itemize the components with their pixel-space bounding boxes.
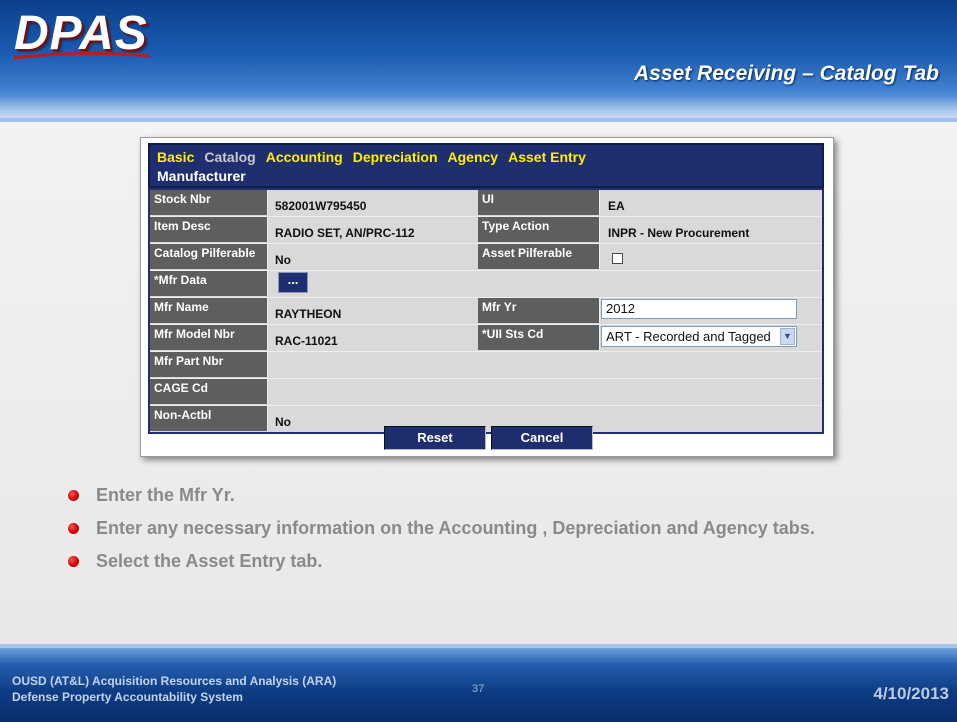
slide: DPAS Asset Receiving – Catalog Tab Basic… — [0, 0, 957, 722]
form-row: Catalog Pilferable No Asset Pilferable — [150, 244, 822, 271]
form-row: CAGE Cd — [150, 379, 822, 406]
tab-catalog[interactable]: Catalog — [204, 149, 255, 165]
form-grid: Stock Nbr 582001W795450 UI EA Item Desc … — [148, 188, 824, 434]
type-action-value: INPR - New Procurement — [608, 226, 750, 240]
uii-sts-cd-label: *UII Sts Cd — [478, 325, 600, 350]
tab-depreciation[interactable]: Depreciation — [353, 149, 438, 165]
mfr-data-label: *Mfr Data — [150, 271, 268, 296]
bullet-dot-icon — [68, 490, 79, 501]
mfr-model-nbr-value: RAC-11021 — [275, 334, 338, 348]
mfr-model-nbr-label: Mfr Model Nbr — [150, 325, 268, 350]
tab-basic[interactable]: Basic — [157, 149, 194, 165]
form-row: Item Desc RADIO SET, AN/PRC-112 Type Act… — [150, 217, 822, 244]
tab-bar: Basic Catalog Accounting Depreciation Agency… — [148, 143, 824, 188]
form-row: Mfr Name RAYTHEON Mfr Yr 2012 — [150, 298, 822, 325]
form-row: Mfr Part Nbr — [150, 352, 822, 379]
mfr-yr-input[interactable]: 2012 — [601, 299, 797, 319]
catalog-form-window: Basic Catalog Accounting Depreciation Agency… — [140, 137, 834, 457]
mfr-data-lookup-button[interactable]: ... — [278, 272, 308, 293]
section-title: Manufacturer — [157, 168, 246, 184]
asset-pilferable-label: Asset Pilferable — [478, 244, 600, 269]
non-actbl-value: No — [275, 415, 291, 429]
list-item: Select the Asset Entry tab. — [66, 550, 906, 573]
logo-swoosh-icon — [13, 52, 151, 60]
item-desc-label: Item Desc — [150, 217, 268, 242]
bullet-dot-icon — [68, 523, 79, 534]
instruction-list: Enter the Mfr Yr. Enter any necessary in… — [66, 484, 906, 583]
list-item: Enter the Mfr Yr. — [66, 484, 906, 507]
ui-label: UI — [478, 190, 600, 215]
uii-sts-cd-select[interactable]: ART - Recorded and Tagged ▼ — [601, 326, 797, 347]
form-row: Stock Nbr 582001W795450 UI EA — [150, 190, 822, 217]
mfr-name-label: Mfr Name — [150, 298, 268, 323]
tab-agency[interactable]: Agency — [448, 149, 499, 165]
mfr-yr-label: Mfr Yr — [478, 298, 600, 323]
stock-nbr-value: 582001W795450 — [275, 199, 367, 213]
tab-row: Basic Catalog Accounting Depreciation Agency… — [157, 149, 596, 165]
mfr-name-value: RAYTHEON — [275, 307, 342, 321]
footer-org-line1: OUSD (AT&L) Acquisition Resources and An… — [12, 674, 337, 688]
list-item-text: Select the Asset Entry tab. — [96, 551, 323, 571]
catalog-pilferable-label: Catalog Pilferable — [150, 244, 268, 269]
slide-title: Asset Receiving – Catalog Tab — [634, 62, 939, 85]
uii-sts-cd-selected-value: ART - Recorded and Tagged — [606, 329, 771, 344]
stock-nbr-label: Stock Nbr — [150, 190, 268, 215]
form-row: Mfr Model Nbr RAC-11021 *UII Sts Cd ART … — [150, 325, 822, 352]
reset-button[interactable]: Reset — [384, 426, 486, 450]
bullet-dot-icon — [68, 556, 79, 567]
footer-org-line2: Defense Property Accountability System — [12, 690, 243, 704]
type-action-label: Type Action — [478, 217, 600, 242]
non-actbl-label: Non-Actbl — [150, 406, 268, 431]
list-item: Enter any necessary information on the A… — [66, 517, 906, 540]
cage-cd-label: CAGE Cd — [150, 379, 268, 404]
header-divider — [0, 118, 957, 122]
tab-accounting[interactable]: Accounting — [266, 149, 343, 165]
cancel-button[interactable]: Cancel — [491, 426, 593, 450]
form-row: *Mfr Data ... — [150, 271, 822, 298]
list-item-text: Enter the Mfr Yr. — [96, 485, 235, 505]
footer-date: 4/10/2013 — [873, 684, 949, 703]
page-number: 37 — [472, 683, 485, 695]
asset-pilferable-checkbox[interactable] — [612, 253, 623, 264]
item-desc-value: RADIO SET, AN/PRC-112 — [275, 226, 415, 240]
tab-asset-entry[interactable]: Asset Entry — [508, 149, 586, 165]
list-item-text: Enter any necessary information on the A… — [96, 518, 815, 538]
header-shine — [0, 96, 957, 118]
form-row: Non-Actbl No — [150, 406, 822, 432]
mfr-part-nbr-label: Mfr Part Nbr — [150, 352, 268, 377]
ui-value: EA — [608, 199, 625, 213]
catalog-pilferable-value: No — [275, 253, 291, 267]
chevron-down-icon[interactable]: ▼ — [780, 328, 795, 345]
